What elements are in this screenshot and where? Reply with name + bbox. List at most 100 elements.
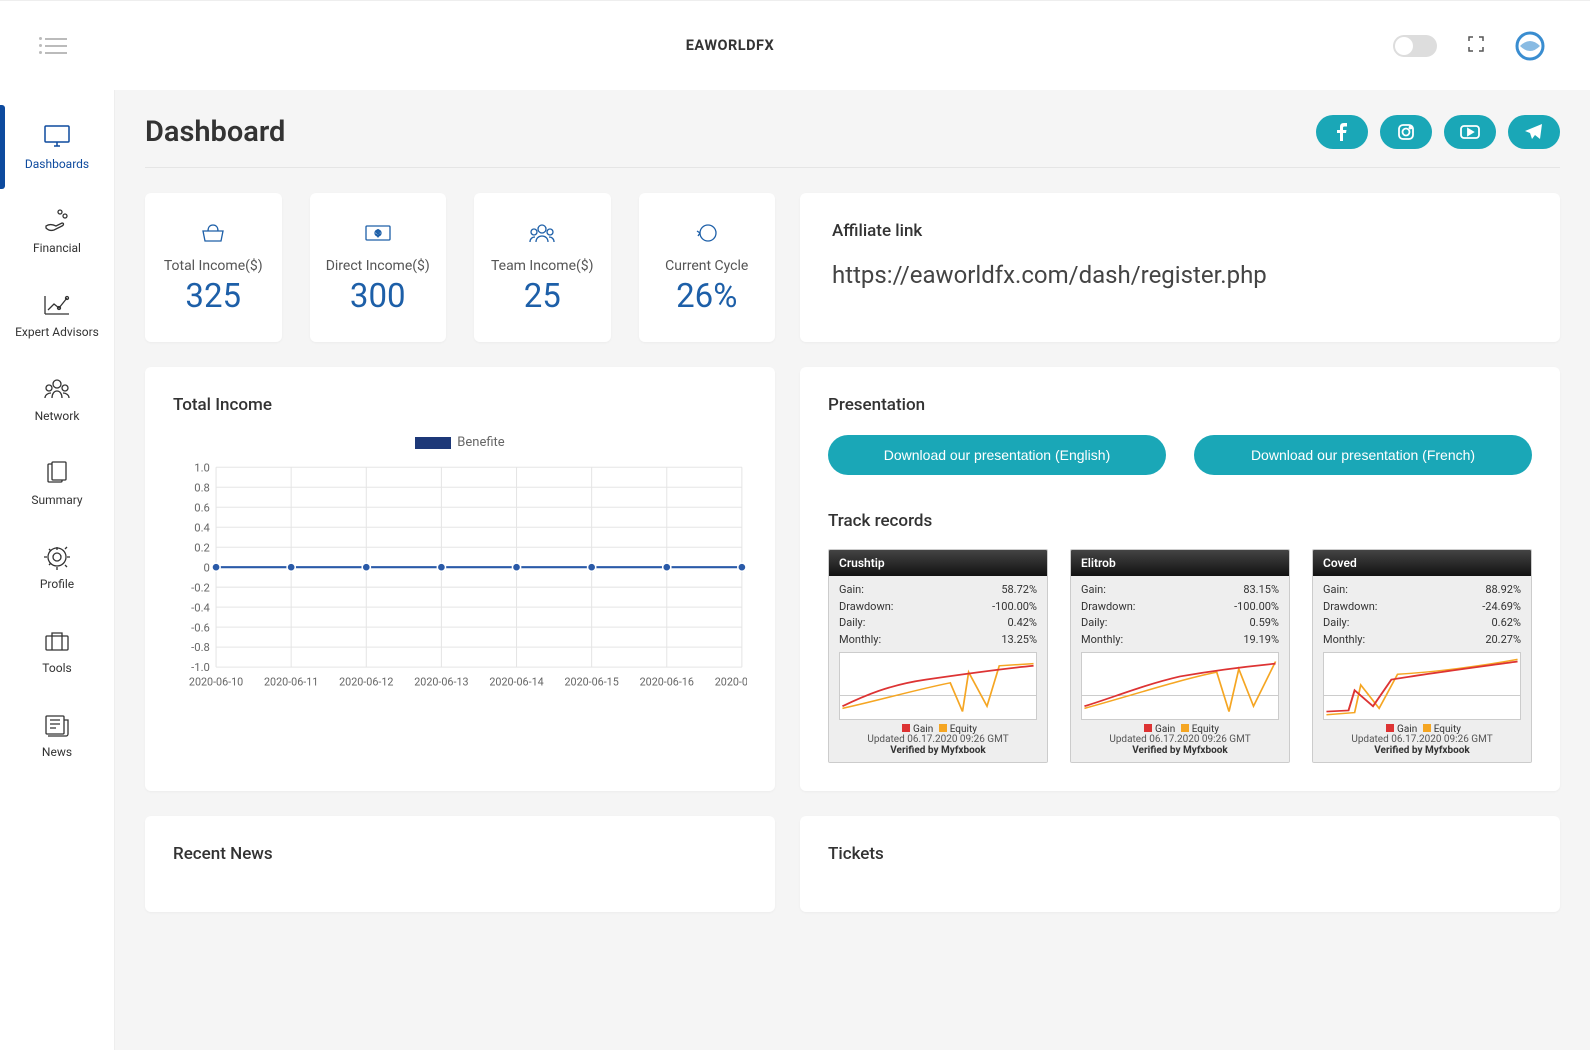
track-card-body: Gain:83.15% Drawdown:-100.00% Daily:0.59… (1071, 576, 1289, 730)
track-card-name: Elitrob (1071, 550, 1289, 576)
affiliate-title: Affiliate link (832, 221, 1528, 241)
affiliate-link[interactable]: https://eaworldfx.com/dash/register.php (832, 261, 1528, 289)
hand-coins-icon (41, 207, 73, 235)
header-row: Dashboard (145, 115, 1560, 168)
sidebar-item-network[interactable]: Network (0, 357, 114, 441)
svg-text:2020-06-15: 2020-06-15 (564, 676, 618, 689)
svg-text:-0.8: -0.8 (191, 641, 210, 654)
svg-text:2020-06-17: 2020-06-17 (715, 676, 747, 689)
svg-text:0.2: 0.2 (194, 541, 210, 554)
svg-text:$: $ (376, 230, 380, 238)
track-card-name: Crushtip (829, 550, 1047, 576)
fullscreen-icon[interactable] (1467, 35, 1485, 57)
topbar-right (1393, 31, 1545, 61)
recent-news-card: Recent News (145, 816, 775, 912)
svg-text:-1.0: -1.0 (191, 661, 210, 674)
sidebar-label: Financial (33, 241, 81, 255)
svg-text:0.8: 0.8 (194, 482, 210, 495)
users-icon (41, 375, 73, 403)
svg-text:0.6: 0.6 (194, 502, 210, 515)
sidebar-item-financial[interactable]: Financial (0, 189, 114, 273)
main-content: Dashboard Total Income($) 325 $ Direct I… (115, 90, 1590, 1050)
download-english-button[interactable]: Download our presentation (English) (828, 435, 1166, 475)
stat-current-cycle: Current Cycle 26% (639, 193, 776, 342)
stat-value: 325 (153, 277, 274, 316)
stat-total-income: Total Income($) 325 (145, 193, 282, 342)
chart-title: Total Income (173, 395, 747, 415)
recent-news-title: Recent News (173, 844, 747, 864)
theme-toggle[interactable] (1393, 35, 1437, 57)
brand-title: EAWORLDFX (686, 37, 774, 54)
sidebar-item-news[interactable]: News (0, 693, 114, 777)
line-chart: 1.00.80.60.40.20-0.2-0.4-0.6-0.8-1.0 202… (173, 460, 747, 700)
stat-value: 26% (647, 277, 768, 316)
stat-label: Current Cycle (647, 257, 768, 275)
tickets-title: Tickets (828, 844, 1532, 864)
stat-direct-income: $ Direct Income($) 300 (310, 193, 447, 342)
sidebar-item-dashboards[interactable]: Dashboards (0, 105, 114, 189)
stat-label: Total Income($) (153, 257, 274, 275)
track-card[interactable]: Crushtip Gain:58.72% Drawdown:-100.00% D… (828, 549, 1048, 763)
svg-text:1.0: 1.0 (194, 462, 210, 475)
sidebar-item-tools[interactable]: Tools (0, 609, 114, 693)
stats-row: Total Income($) 325 $ Direct Income($) 3… (145, 193, 775, 342)
track-records-title: Track records (828, 511, 1532, 531)
svg-text:2020-06-16: 2020-06-16 (640, 676, 694, 689)
tickets-card: Tickets (800, 816, 1560, 912)
chart-legend: Benefite (173, 435, 747, 450)
stat-value: 25 (482, 277, 603, 316)
sidebar-item-summary[interactable]: Summary (0, 441, 114, 525)
chart-legend-label: Benefite (457, 435, 504, 450)
youtube-button[interactable] (1444, 115, 1496, 149)
chart-line-icon (41, 291, 73, 319)
stat-label: Direct Income($) (318, 257, 439, 275)
sidebar-label: Profile (40, 577, 74, 591)
svg-text:2020-06-11: 2020-06-11 (264, 676, 318, 689)
track-card-name: Coved (1313, 550, 1531, 576)
track-card[interactable]: Coved Gain:88.92% Drawdown:-24.69% Daily… (1312, 549, 1532, 763)
stat-label: Team Income($) (482, 257, 603, 275)
track-mini-chart: Gain Equity (839, 652, 1037, 720)
instagram-button[interactable] (1380, 115, 1432, 149)
menu-toggle-icon[interactable] (45, 38, 67, 54)
svg-text:-0.6: -0.6 (191, 621, 210, 634)
track-mini-chart: Gain Equity (1323, 652, 1521, 720)
social-row (1316, 115, 1560, 149)
presentation-title: Presentation (828, 395, 1532, 415)
svg-text:2020-06-13: 2020-06-13 (414, 676, 468, 689)
sidebar-label: Tools (42, 661, 71, 675)
basket-icon (153, 219, 274, 247)
svg-text:2020-06-14: 2020-06-14 (489, 676, 543, 689)
facebook-button[interactable] (1316, 115, 1368, 149)
sidebar-item-profile[interactable]: Profile (0, 525, 114, 609)
track-card[interactable]: Elitrob Gain:83.15% Drawdown:-100.00% Da… (1070, 549, 1290, 763)
telegram-button[interactable] (1508, 115, 1560, 149)
stat-team-income: Team Income($) 25 (474, 193, 611, 342)
svg-text:0: 0 (204, 561, 210, 574)
stat-value: 300 (318, 277, 439, 316)
svg-text:-0.2: -0.2 (191, 581, 210, 594)
chart-area: Benefite 1.00.80.60.40.20-0.2-0.4-0.6-0.… (173, 435, 747, 735)
presentation-card: Presentation Download our presentation (… (800, 367, 1560, 791)
svg-text:2020-06-12: 2020-06-12 (339, 676, 393, 689)
money-icon: $ (318, 219, 439, 247)
svg-text:-0.4: -0.4 (191, 601, 210, 614)
sidebar-label: Dashboards (25, 157, 89, 171)
total-income-chart-card: Total Income Benefite 1.00.80.60.40.20-0… (145, 367, 775, 791)
topbar: EAWORLDFX (0, 0, 1590, 90)
affiliate-card: Affiliate link https://eaworldfx.com/das… (800, 193, 1560, 342)
sidebar-label: Expert Advisors (15, 325, 99, 339)
track-mini-chart: Gain Equity (1081, 652, 1279, 720)
sidebar-label: News (42, 745, 72, 759)
sidebar-label: Network (35, 409, 80, 423)
documents-icon (41, 459, 73, 487)
sidebar-item-expert-advisors[interactable]: Expert Advisors (0, 273, 114, 357)
track-records-row: Crushtip Gain:58.72% Drawdown:-100.00% D… (828, 549, 1532, 763)
newspaper-icon (41, 711, 73, 739)
brand-logo-icon (1515, 31, 1545, 61)
page-title: Dashboard (145, 115, 285, 149)
monitor-icon (41, 123, 73, 151)
track-card-body: Gain:58.72% Drawdown:-100.00% Daily:0.42… (829, 576, 1047, 730)
download-french-button[interactable]: Download our presentation (French) (1194, 435, 1532, 475)
sidebar-label: Summary (31, 493, 82, 507)
